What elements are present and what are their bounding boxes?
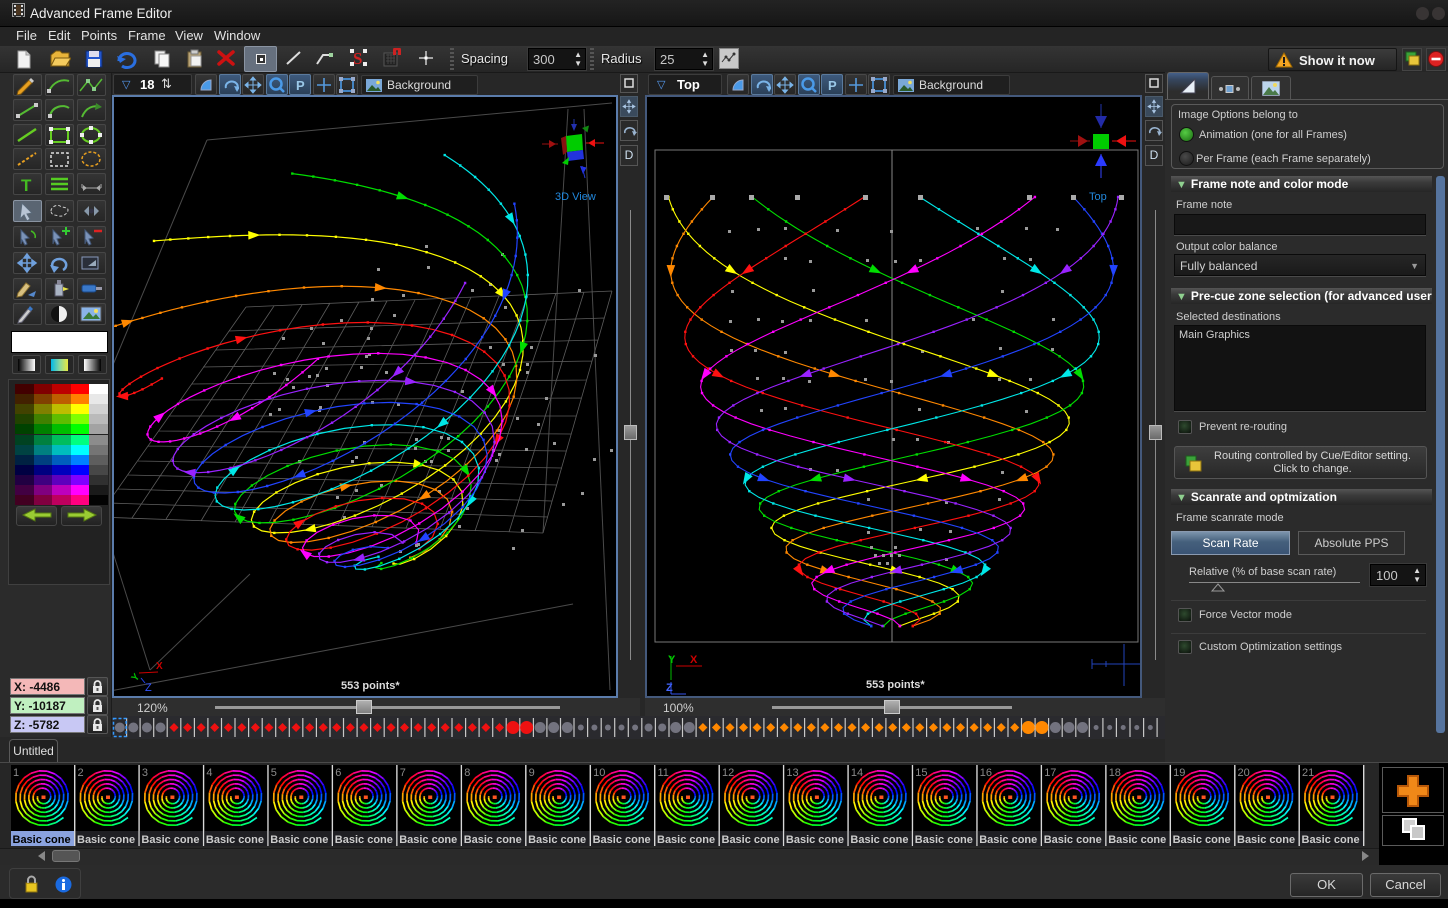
svg-text:Z: Z bbox=[145, 682, 152, 694]
svg-text:Basic cone: Basic cone bbox=[335, 834, 393, 846]
svg-text:Basic cone: Basic cone bbox=[77, 834, 135, 846]
svg-text:Z: Z bbox=[666, 682, 673, 694]
svg-text:X: X bbox=[156, 661, 163, 672]
svg-text:Basic cone: Basic cone bbox=[722, 834, 780, 846]
svg-text:Basic cone: Basic cone bbox=[141, 834, 199, 846]
svg-text:Basic cone: Basic cone bbox=[786, 834, 844, 846]
svg-text:15: 15 bbox=[915, 767, 927, 779]
svg-text:P: P bbox=[296, 78, 305, 93]
svg-text:1: 1 bbox=[13, 767, 19, 779]
svg-text:14: 14 bbox=[851, 767, 863, 779]
svg-text:3: 3 bbox=[142, 767, 148, 779]
svg-text:Basic cone: Basic cone bbox=[399, 834, 457, 846]
svg-text:18: 18 bbox=[1109, 767, 1121, 779]
svg-text:Basic cone: Basic cone bbox=[593, 834, 651, 846]
svg-text:11: 11 bbox=[658, 767, 669, 779]
svg-text:T: T bbox=[21, 176, 32, 194]
svg-text:Basic cone: Basic cone bbox=[1237, 834, 1295, 846]
svg-text:17: 17 bbox=[1044, 767, 1056, 779]
svg-text:9: 9 bbox=[529, 767, 535, 779]
svg-text:Basic cone: Basic cone bbox=[1302, 834, 1360, 846]
svg-text:Basic cone: Basic cone bbox=[464, 834, 522, 846]
svg-text:Y: Y bbox=[668, 654, 676, 666]
svg-text:Top: Top bbox=[1089, 191, 1107, 203]
svg-text:12: 12 bbox=[722, 767, 734, 779]
svg-text:Basic cone: Basic cone bbox=[850, 834, 908, 846]
svg-text:10: 10 bbox=[593, 767, 605, 779]
svg-text:4: 4 bbox=[206, 767, 212, 779]
svg-text:X: X bbox=[690, 654, 698, 666]
svg-text:553 points*: 553 points* bbox=[341, 680, 400, 692]
svg-text:2: 2 bbox=[78, 767, 84, 779]
svg-text:5: 5 bbox=[271, 767, 277, 779]
svg-text:19: 19 bbox=[1173, 767, 1185, 779]
svg-text:6: 6 bbox=[335, 767, 341, 779]
svg-text:Basic cone: Basic cone bbox=[915, 834, 973, 846]
svg-text:P: P bbox=[828, 78, 837, 93]
svg-text:553 points*: 553 points* bbox=[866, 679, 925, 691]
svg-text:S: S bbox=[353, 49, 362, 68]
svg-text:3D View: 3D View bbox=[555, 191, 596, 203]
svg-text:7: 7 bbox=[400, 767, 406, 779]
svg-text:Basic cone: Basic cone bbox=[1173, 834, 1231, 846]
svg-text:Basic cone: Basic cone bbox=[1044, 834, 1102, 846]
svg-text:Basic cone: Basic cone bbox=[528, 834, 586, 846]
svg-text:8: 8 bbox=[464, 767, 470, 779]
svg-text:21: 21 bbox=[1302, 767, 1314, 779]
svg-text:Basic cone: Basic cone bbox=[979, 834, 1037, 846]
svg-text:Basic cone: Basic cone bbox=[13, 834, 71, 846]
svg-text:20: 20 bbox=[1238, 767, 1250, 779]
svg-text:Basic cone: Basic cone bbox=[270, 834, 328, 846]
svg-text:13: 13 bbox=[786, 767, 798, 779]
svg-text:Basic cone: Basic cone bbox=[657, 834, 715, 846]
svg-text:Basic cone: Basic cone bbox=[1108, 834, 1166, 846]
svg-text:Basic cone: Basic cone bbox=[206, 834, 264, 846]
svg-text:16: 16 bbox=[980, 767, 992, 779]
